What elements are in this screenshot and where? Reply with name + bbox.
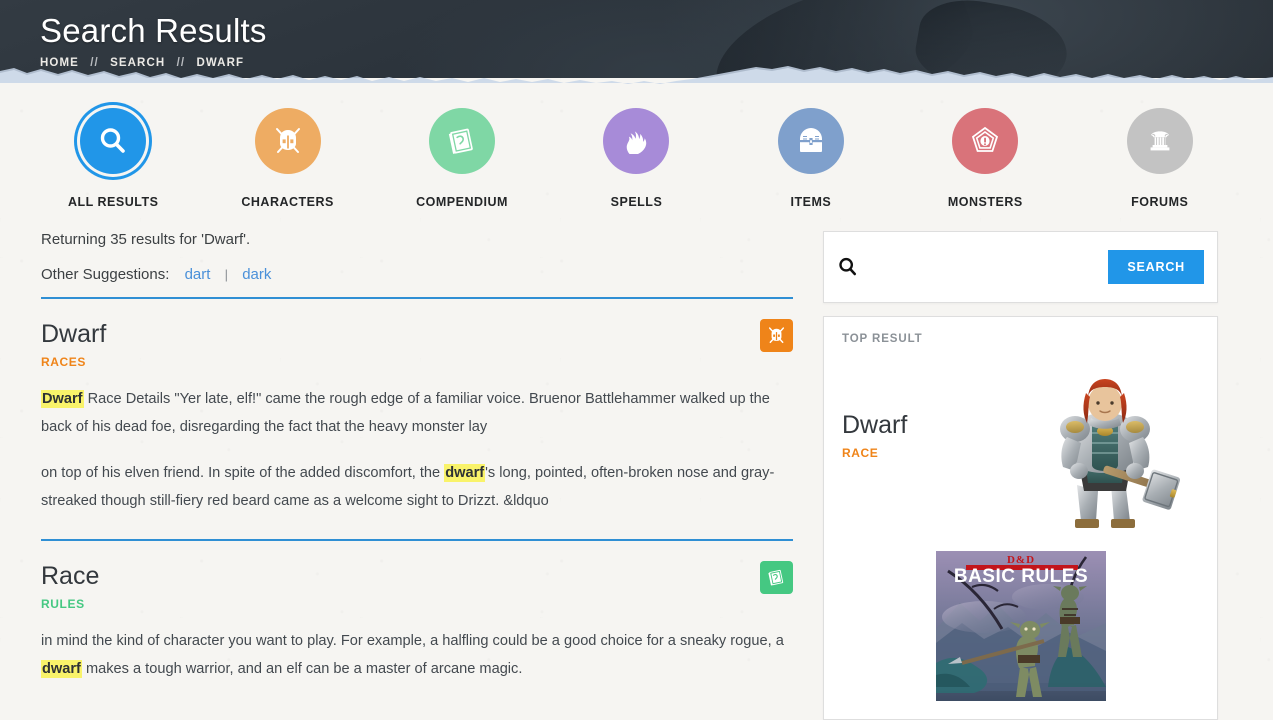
helmet-swords-icon [275, 128, 300, 153]
monster-eye-icon [972, 126, 999, 152]
category-icon-circle [80, 108, 147, 174]
search-button[interactable]: SEARCH [1108, 250, 1204, 284]
dnd-basic-rules-cover[interactable]: D&D BASIC RULES [935, 551, 1106, 701]
top-result-label: TOP RESULT [842, 333, 923, 345]
search-icon-wrap [837, 256, 871, 278]
suggestions-divider: | [224, 267, 229, 282]
book-brand: D&D [1006, 554, 1034, 566]
dwarf-warrior-illustration [1019, 373, 1199, 533]
result-category: RULES [41, 597, 85, 611]
sidebar-column: SEARCH TOP RESULT Dwarf RACE D&D BASIC R… [808, 231, 1233, 720]
category-label: ALL RESULTS [67, 195, 159, 209]
category-label: COMPENDIUM [416, 195, 508, 209]
category-icon-circle [952, 108, 1019, 174]
main-layout: Returning 35 results for 'Dwarf'. Other … [0, 231, 1273, 720]
result-type-badge [760, 319, 793, 352]
category-label: FORUMS [1131, 195, 1189, 209]
search-term-highlight: dwarf [41, 660, 82, 678]
result-text: Race Details "Yer late, elf!" came the r… [41, 391, 770, 435]
category-forums[interactable]: FORUMS [1073, 108, 1247, 209]
category-label: SPELLS [610, 195, 663, 209]
search-term-highlight: dwarf [444, 464, 486, 482]
result-title[interactable]: Dwarf [41, 319, 793, 349]
category-monsters[interactable]: MONSTERS [898, 108, 1072, 209]
torn-paper-edge [0, 66, 1273, 86]
category-items[interactable]: ITEMS [724, 108, 898, 209]
result-paragraph: in mind the kind of character you want t… [41, 627, 793, 683]
category-nav: ALL RESULTS CHARACTERS COMPENDIUM SPELLS… [0, 86, 1273, 209]
result-snippet: in mind the kind of character you want t… [41, 627, 793, 683]
top-result-row[interactable]: Dwarf RACE [842, 373, 1199, 533]
category-label: CHARACTERS [241, 195, 334, 209]
category-all-results[interactable]: ALL RESULTS [26, 108, 200, 209]
search-icon [839, 257, 857, 276]
result-snippet: Dwarf Race Details "Yer late, elf!" came… [41, 385, 793, 515]
treasure-chest-icon [799, 128, 822, 152]
flame-hand-icon [627, 131, 647, 154]
search-input[interactable] [871, 257, 1109, 277]
category-icon-circle [777, 108, 844, 174]
results-summary: Returning 35 results for 'Dwarf'. [41, 231, 251, 248]
search-result-item[interactable]: Race RULES in mind the kind of character… [41, 539, 793, 683]
search-result-item[interactable]: Dwarf RACES Dwarf Race Details "Yer late… [41, 297, 793, 515]
page-title: Search Results [40, 12, 267, 49]
book-icon [768, 569, 784, 586]
suggestion-link-dart[interactable]: dart [185, 266, 211, 283]
book-title: BASIC RULES [953, 566, 1087, 587]
search-panel: SEARCH [823, 231, 1218, 303]
search-icon [101, 128, 126, 153]
category-label: MONSTERS [947, 195, 1023, 209]
result-text: in mind the kind of character you want t… [41, 633, 784, 649]
top-result-panel: TOP RESULT Dwarf RACE D&D BASIC RULES [823, 316, 1218, 720]
result-type-badge [760, 561, 793, 594]
suggestion-link-dark[interactable]: dark [242, 266, 271, 283]
suggestions-label: Other Suggestions: [41, 266, 170, 283]
other-suggestions: Other Suggestions: dart | dark [41, 266, 793, 283]
category-compendium[interactable]: COMPENDIUM [375, 108, 549, 209]
category-icon-circle [1126, 108, 1193, 174]
helmet-swords-icon [768, 327, 785, 344]
dwarf-warrior-art [1060, 379, 1181, 528]
top-result-text: Dwarf RACE [842, 373, 1019, 460]
result-text: on top of his elven friend. In spite of … [41, 465, 445, 481]
category-label: ITEMS [790, 195, 832, 209]
category-icon-circle [429, 108, 496, 174]
column-icon [1150, 131, 1170, 151]
results-column: Returning 35 results for 'Dwarf'. Other … [26, 231, 808, 683]
category-characters[interactable]: CHARACTERS [200, 108, 374, 209]
basic-rules-book-art: D&D BASIC RULES [935, 551, 1106, 701]
category-icon-circle [254, 108, 321, 174]
result-paragraph: Dwarf Race Details "Yer late, elf!" came… [41, 385, 793, 441]
search-term-highlight: Dwarf [41, 390, 84, 408]
category-spells[interactable]: SPELLS [549, 108, 723, 209]
top-result-category: RACE [842, 446, 879, 460]
result-title[interactable]: Race [41, 561, 793, 591]
page-header: Search Results HOME // SEARCH // DWARF [0, 0, 1273, 86]
result-paragraph: on top of his elven friend. In spite of … [41, 459, 793, 515]
result-text: makes a tough warrior, and an elf can be… [81, 661, 523, 677]
category-icon-circle [603, 108, 670, 174]
book-icon [448, 128, 473, 154]
top-result-title[interactable]: Dwarf [842, 411, 1019, 439]
result-category: RACES [41, 355, 87, 369]
